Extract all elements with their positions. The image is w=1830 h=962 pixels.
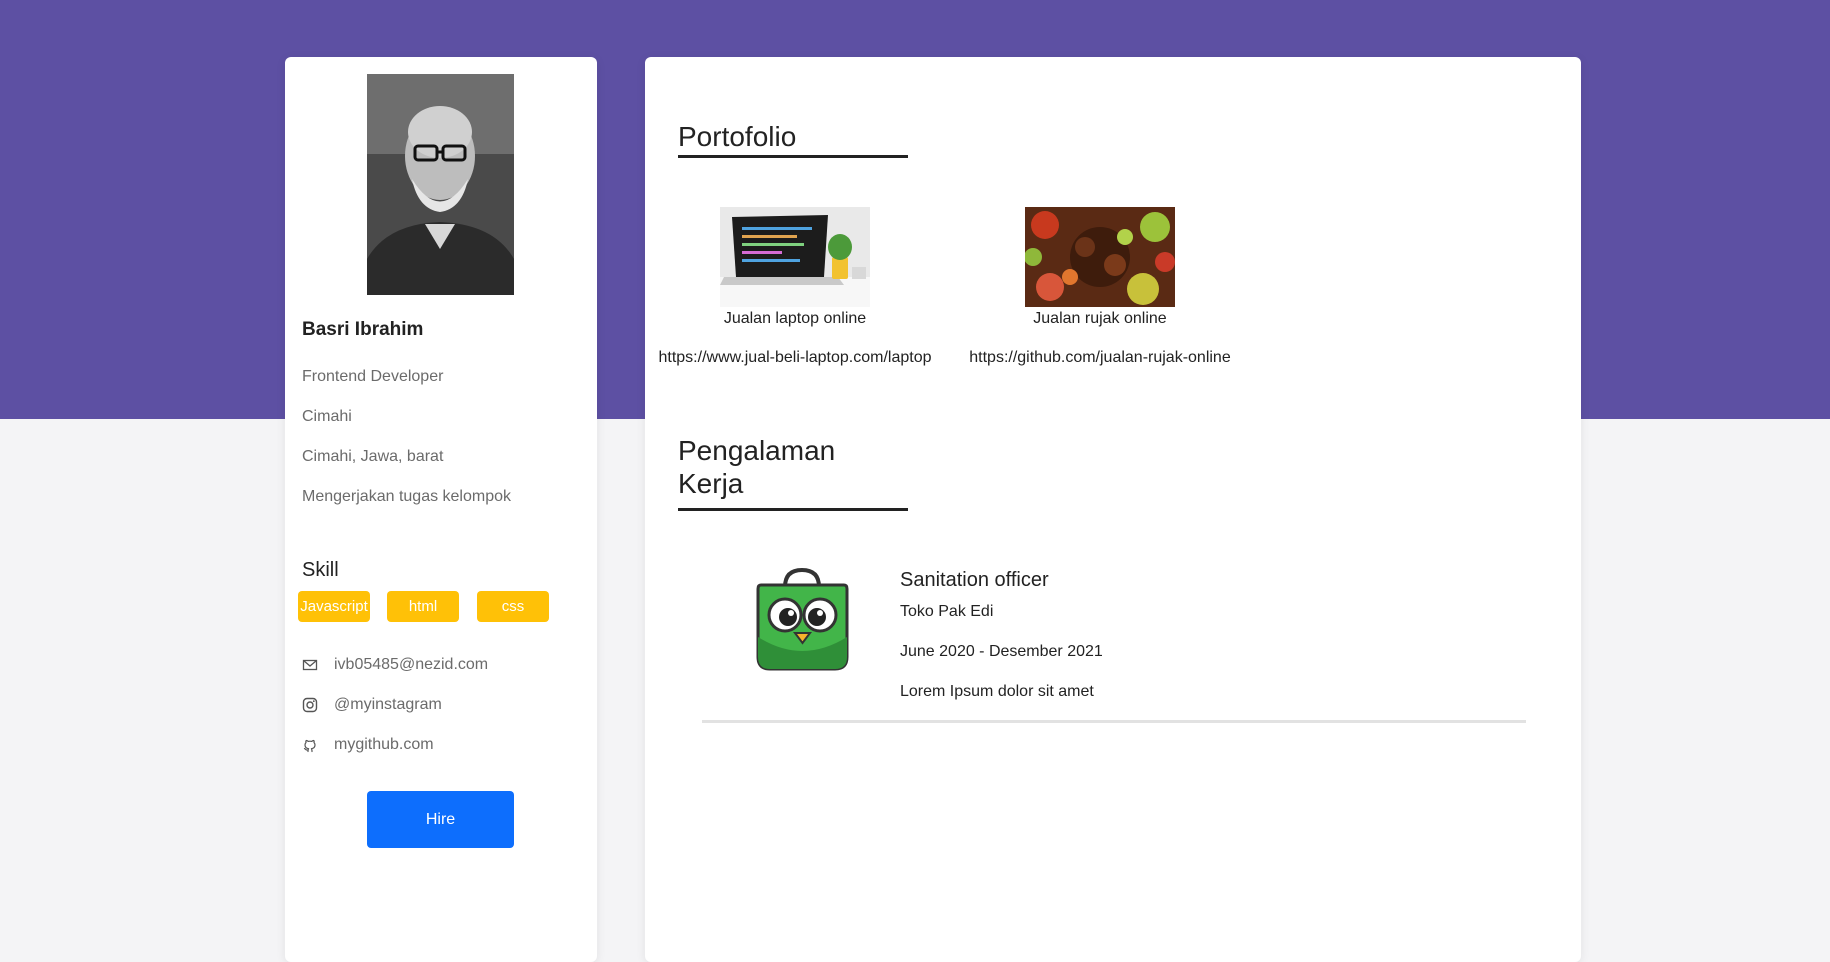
portfolio-item-title: Jualan laptop online bbox=[723, 310, 867, 327]
skill-badge: css bbox=[477, 591, 549, 622]
main-card: Portofolio Jualan laptop online https://… bbox=[645, 57, 1581, 962]
experience-title: Pengalaman Kerja bbox=[678, 435, 836, 499]
contact-instagram-text: @myinstagram bbox=[334, 696, 442, 713]
company-logo bbox=[755, 567, 850, 672]
contact-github[interactable]: mygithub.com bbox=[302, 734, 434, 756]
skill-badge: Javascript bbox=[298, 591, 370, 622]
github-icon bbox=[302, 737, 318, 753]
portfolio-item[interactable]: Jualan rujak online https://github.com/j… bbox=[950, 207, 1250, 367]
profile-address: Cimahi, Jawa, barat bbox=[302, 448, 444, 465]
portfolio-item-link[interactable]: https://www.jual-beli-laptop.com/laptop bbox=[645, 349, 945, 367]
skill-title: Skill bbox=[302, 559, 339, 581]
contact-email[interactable]: ivb05485@nezid.com bbox=[302, 654, 488, 676]
portfolio-thumbnail-laptop[interactable] bbox=[720, 207, 870, 307]
profile-photo bbox=[367, 74, 514, 295]
portfolio-item-link[interactable]: https://github.com/jualan-rujak-online bbox=[950, 349, 1250, 367]
portfolio-thumbnail-rujak[interactable] bbox=[1025, 207, 1175, 307]
skill-badge: html bbox=[387, 591, 459, 622]
job-description: Lorem Ipsum dolor sit amet bbox=[900, 683, 1094, 700]
mail-icon bbox=[302, 657, 318, 673]
portfolio-title: Portofolio bbox=[678, 121, 797, 152]
portfolio-item-title: Jualan rujak online bbox=[1033, 310, 1167, 327]
instagram-icon bbox=[302, 697, 318, 713]
profile-name: Basri Ibrahim bbox=[302, 319, 424, 340]
contact-github-text: mygithub.com bbox=[334, 736, 434, 753]
profile-city: Cimahi bbox=[302, 408, 352, 425]
portfolio-item[interactable]: Jualan laptop online https://www.jual-be… bbox=[645, 207, 945, 367]
job-company: Toko Pak Edi bbox=[900, 603, 994, 620]
profile-bio: Mengerjakan tugas kelompok bbox=[302, 488, 512, 505]
contact-email-text: ivb05485@nezid.com bbox=[334, 656, 489, 673]
profile-card: Basri Ibrahim Frontend Developer Cimahi … bbox=[285, 57, 597, 962]
contact-instagram[interactable]: @myinstagram bbox=[302, 694, 442, 716]
experience-title-underline bbox=[678, 508, 908, 511]
job-period: June 2020 - Desember 2021 bbox=[900, 643, 1103, 660]
portfolio-title-underline bbox=[678, 155, 908, 158]
experience-divider bbox=[702, 720, 1526, 723]
profile-role: Frontend Developer bbox=[302, 368, 444, 385]
hire-button[interactable]: Hire bbox=[367, 791, 514, 848]
job-position: Sanitation officer bbox=[900, 569, 1049, 591]
